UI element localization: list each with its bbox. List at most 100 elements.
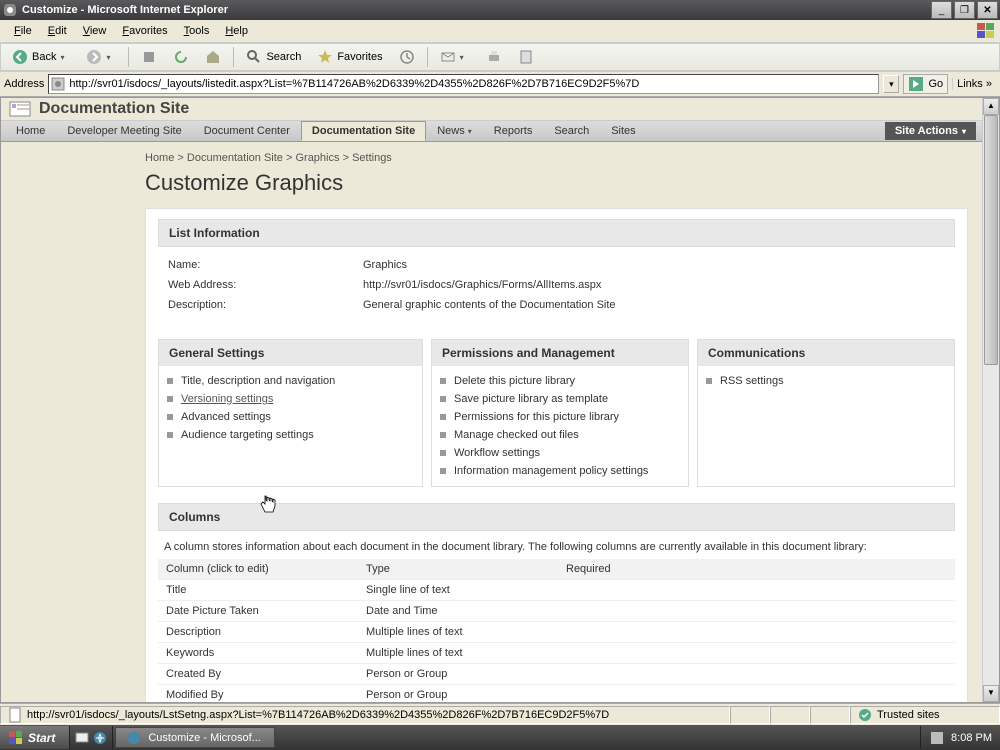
site-title[interactable]: Documentation Site [39,100,189,118]
link-info-mgmt-policy[interactable]: Information management policy settings [440,462,680,480]
close-button[interactable]: ✕ [977,1,998,19]
maximize-button[interactable]: ❐ [954,1,975,19]
links-toolbar[interactable]: Links » [952,78,996,90]
scroll-up-button[interactable]: ▲ [983,98,999,115]
page-icon [7,707,23,723]
window-title: Customize - Microsoft Internet Explorer [22,4,929,16]
back-label: Back [32,51,56,63]
breadcrumb: Home > Documentation Site > Graphics > S… [145,150,968,170]
ie-icon [2,2,18,18]
scroll-track[interactable] [983,115,999,685]
menu-favorites[interactable]: Favorites [114,23,175,39]
edit-icon [518,49,534,65]
back-button[interactable]: Back ▾ [5,46,77,68]
table-row: TitleSingle line of text [158,580,955,601]
mail-button[interactable]: ▾ [433,46,477,68]
table-row: Date Picture TakenDate and Time [158,601,955,622]
ie-quick-icon[interactable] [92,730,108,746]
address-input-wrap[interactable] [48,74,879,94]
col-link-modified-by[interactable]: Modified By [166,689,223,701]
toolbar: Back ▾ ▾ Search Favorites ▾ [0,43,1000,71]
tab-sites[interactable]: Sites [600,121,646,141]
news-dropdown-icon[interactable]: ▾ [468,127,472,136]
print-button[interactable] [479,46,509,68]
link-audience-targeting[interactable]: Audience targeting settings [167,426,414,444]
address-input[interactable] [69,78,876,90]
vertical-scrollbar[interactable]: ▲ ▼ [982,98,999,702]
link-permissions[interactable]: Permissions for this picture library [440,408,680,426]
edit-button[interactable] [511,46,541,68]
status-cell [810,706,850,724]
settings-panel: List Information Name: Graphics Web Addr… [145,208,968,702]
breadcrumb-graphics[interactable]: Graphics [295,152,339,164]
link-save-template[interactable]: Save picture library as template [440,390,680,408]
breadcrumb-docsite[interactable]: Documentation Site [187,152,283,164]
window-titlebar: Customize - Microsoft Internet Explorer … [0,0,1000,20]
taskbar: Start Customize - Microsof... 8:08 PM [0,725,1000,750]
col-link-keywords[interactable]: Keywords [166,647,214,659]
link-delete-library[interactable]: Delete this picture library [440,372,680,390]
breadcrumb-home[interactable]: Home [145,152,174,164]
tray-icon[interactable] [929,730,945,746]
scroll-down-button[interactable]: ▼ [983,685,999,702]
star-icon [317,49,333,65]
tab-reports[interactable]: Reports [483,121,544,141]
menu-help[interactable]: Help [217,23,256,39]
show-desktop-icon[interactable] [74,730,90,746]
taskbar-item-ie[interactable]: Customize - Microsof... [115,727,275,748]
history-button[interactable] [392,46,422,68]
go-button[interactable]: Go [903,74,948,94]
stop-button[interactable] [134,46,164,68]
link-title-description[interactable]: Title, description and navigation [167,372,414,390]
col-link-description[interactable]: Description [166,626,221,638]
tab-home[interactable]: Home [5,121,56,141]
favorites-button[interactable]: Favorites [310,46,389,68]
minimize-button[interactable]: _ [931,1,952,19]
tab-news[interactable]: News ▾ [426,121,483,141]
columns-description: A column stores information about each d… [146,535,967,559]
bullet-icon [440,468,446,474]
back-dropdown-icon[interactable]: ▾ [60,53,70,62]
menu-file[interactable]: File [6,23,40,39]
menu-tools[interactable]: Tools [176,23,218,39]
col-link-date-picture-taken[interactable]: Date Picture Taken [166,605,259,617]
col-link-title[interactable]: Title [166,584,186,596]
start-button[interactable]: Start [0,726,70,749]
stop-icon [141,49,157,65]
forward-button[interactable]: ▾ [79,46,123,68]
link-versioning-settings[interactable]: Versioning settings [167,390,414,408]
link-manage-checked-out[interactable]: Manage checked out files [440,426,680,444]
search-button[interactable]: Search [239,46,308,68]
address-dropdown[interactable]: ▾ [883,75,899,93]
tab-document-center[interactable]: Document Center [193,121,301,141]
link-rss-settings[interactable]: RSS settings [706,372,946,390]
link-advanced-settings[interactable]: Advanced settings [167,408,414,426]
scroll-thumb[interactable] [984,115,998,365]
permissions-management-box: Permissions and Management Delete this p… [431,339,689,487]
col-link-created-by[interactable]: Created By [166,668,221,680]
col-header-required: Required [558,559,955,580]
tab-developer-meeting-site[interactable]: Developer Meeting Site [56,121,192,141]
home-button[interactable] [198,46,228,68]
breadcrumb-current: Settings [352,152,392,164]
status-cell [770,706,810,724]
communications-box: Communications RSS settings [697,339,955,487]
menu-edit[interactable]: Edit [40,23,75,39]
menu-view[interactable]: View [75,23,115,39]
tab-documentation-site[interactable]: Documentation Site [301,121,426,141]
tab-search[interactable]: Search [543,121,600,141]
link-workflow-settings[interactable]: Workflow settings [440,444,680,462]
web-address-link[interactable]: http://svr01/isdocs/Graphics/Forms/AllIt… [363,279,601,291]
favorites-label: Favorites [337,51,382,63]
windows-flag-icon [976,22,996,40]
site-actions-button[interactable]: Site Actions▾ [885,122,976,140]
forward-dropdown-icon[interactable]: ▾ [106,53,116,62]
menubar: File Edit View Favorites Tools Help [0,20,1000,43]
refresh-button[interactable] [166,46,196,68]
table-row: KeywordsMultiple lines of text [158,643,955,664]
site-logo-icon [9,98,31,120]
table-row: Modified ByPerson or Group [158,685,955,703]
mail-dropdown-icon[interactable]: ▾ [460,53,470,62]
col-header-name: Column (click to edit) [158,559,358,580]
browser-viewport: Documentation Site Home Developer Meetin… [0,97,1000,703]
